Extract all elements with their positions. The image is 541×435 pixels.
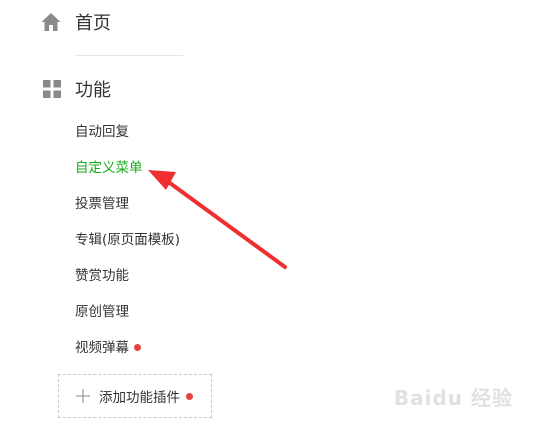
menu-item-label: 自动回复 bbox=[75, 124, 129, 140]
nav-divider bbox=[75, 55, 183, 56]
feature-menu: 自动回复 自定义菜单 投票管理 专辑(原页面模板) 赞赏功能 原创管理 视频弹幕 bbox=[75, 119, 180, 371]
plus-icon bbox=[76, 389, 90, 403]
sidebar-page: 首页 功能 自动回复 自定义菜单 投票管理 专辑(原页面模板) 赞赏功能 原创管… bbox=[0, 0, 541, 435]
nav-item-home-label: 首页 bbox=[75, 13, 111, 34]
add-plugin-button[interactable]: 添加功能插件 bbox=[58, 374, 212, 418]
menu-item-auto-reply[interactable]: 自动回复 bbox=[75, 119, 180, 155]
new-badge-dot bbox=[186, 392, 193, 400]
menu-item-album[interactable]: 专辑(原页面模板) bbox=[75, 227, 180, 263]
baidu-watermark: Baidu 经验 bbox=[393, 386, 513, 410]
menu-item-label: 投票管理 bbox=[75, 196, 129, 212]
menu-item-label: 赞赏功能 bbox=[75, 268, 129, 284]
menu-item-vote-management[interactable]: 投票管理 bbox=[75, 191, 180, 227]
menu-item-original-management[interactable]: 原创管理 bbox=[75, 299, 180, 335]
nav-group-features-label: 功能 bbox=[75, 80, 111, 101]
new-badge-dot bbox=[134, 344, 141, 351]
menu-item-custom-menu[interactable]: 自定义菜单 bbox=[75, 155, 180, 191]
home-icon bbox=[41, 13, 61, 31]
menu-item-label: 视频弹幕 bbox=[75, 340, 129, 356]
nav-group-features: 功能 bbox=[43, 76, 111, 102]
menu-item-video-danmaku[interactable]: 视频弹幕 bbox=[75, 335, 180, 371]
add-plugin-label: 添加功能插件 bbox=[99, 390, 180, 406]
nav-item-home[interactable]: 首页 bbox=[40, 8, 111, 36]
menu-item-label: 自定义菜单 bbox=[75, 160, 143, 176]
menu-item-label: 专辑(原页面模板) bbox=[75, 232, 181, 248]
grid-icon bbox=[43, 80, 61, 98]
menu-item-reward[interactable]: 赞赏功能 bbox=[75, 263, 180, 299]
menu-item-label: 原创管理 bbox=[75, 304, 129, 320]
